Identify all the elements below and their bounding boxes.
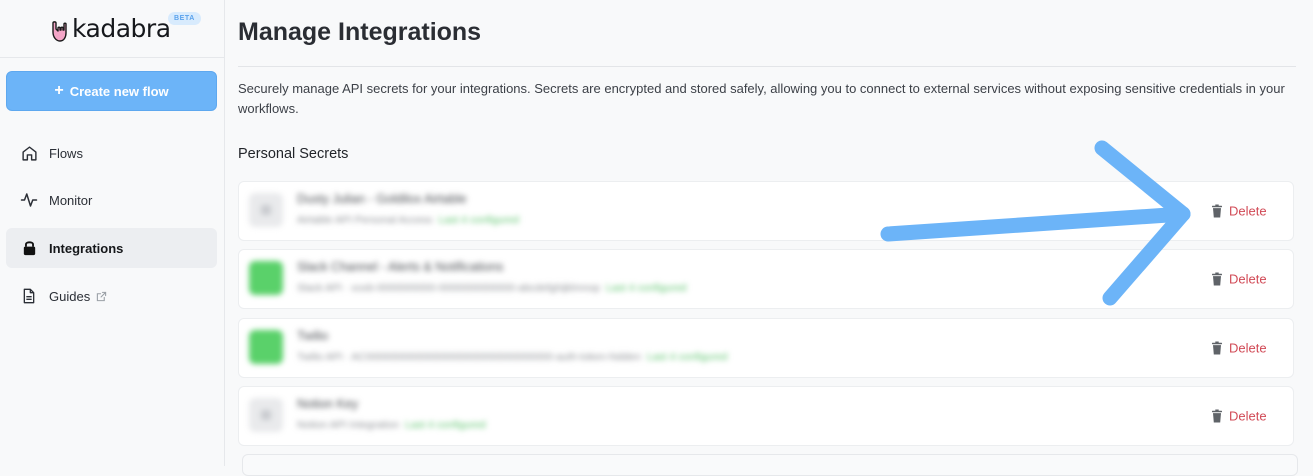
secret-meta-text: Twilio API · AC0000000000000000000000000… [297,351,641,363]
secret-card: Slack Channel - Alerts & Notifications S… [238,249,1294,309]
sidebar-item-guides[interactable]: Guides [6,276,217,316]
sidebar-item-label: Monitor [49,192,93,208]
activity-icon [20,191,38,209]
page-description: Securely manage API secrets for your int… [238,81,1285,116]
secret-card-partial [242,454,1298,476]
section-title: Personal Secrets [238,146,349,162]
secret-details: Slack Channel - Alerts & Notifications S… [239,250,1167,308]
delete-label: Delete [1229,408,1267,424]
secret-name: Dusty Julian - Goldilox Airtable [297,192,467,206]
integration-icon [249,330,283,364]
delete-label: Delete [1229,340,1267,356]
integration-icon [249,193,283,227]
delete-button[interactable]: Delete [1211,272,1267,287]
external-link-icon [97,291,107,301]
integration-icon [249,398,283,432]
secret-meta-text: Notion API Integration [297,419,400,431]
rock-hand-icon [52,21,67,42]
lock-icon [20,239,38,257]
home-icon [20,144,38,162]
secret-status: Last 4 configured [646,351,728,363]
trash-icon [1212,409,1222,423]
secret-card: Twilio Twilio API · AC000000000000000000… [238,318,1294,378]
sidebar-item-label: Guides [49,288,91,304]
secret-meta: Twilio API · AC0000000000000000000000000… [297,351,727,363]
sidebar: kadabra BETA + Create new flow Flows Mon… [0,0,225,466]
sidebar-item-label: Integrations [49,240,124,256]
sidebar-item-integrations[interactable]: Integrations [6,228,217,268]
secret-meta-text: Slack API · xoxb-0000000000-000000000000… [297,282,600,294]
page-title: Manage Integrations [238,18,482,46]
secret-name: Notion Key [297,397,359,411]
create-new-flow-button[interactable]: + Create new flow [6,71,217,111]
brand-name: kadabra [72,14,171,43]
trash-icon [1212,272,1222,286]
delete-label: Delete [1229,271,1267,287]
secret-details: Dusty Julian - Goldilox Airtable Airtabl… [239,182,1167,240]
secret-meta: Notion API Integration Last 4 configured [297,419,486,431]
logo[interactable]: kadabra BETA [0,0,224,58]
secret-status: Last 4 configured [605,282,687,294]
delete-button[interactable]: Delete [1211,409,1267,424]
secret-name: Slack Channel - Alerts & Notifications [297,260,504,274]
trash-icon [1212,341,1222,355]
sidebar-item-monitor[interactable]: Monitor [6,180,217,220]
secret-details: Notion Key Notion API Integration Last 4 … [239,387,1167,445]
secret-meta: Slack API · xoxb-0000000000-000000000000… [297,282,687,294]
secret-name: Twilio [297,329,329,343]
beta-badge: BETA [168,12,201,25]
document-icon [20,287,38,305]
divider [238,66,1296,67]
secret-card: Dusty Julian - Goldilox Airtable Airtabl… [238,181,1294,241]
delete-button[interactable]: Delete [1211,341,1267,356]
sidebar-item-flows[interactable]: Flows [6,133,217,173]
create-new-flow-label: Create new flow [69,83,169,99]
secret-details: Twilio Twilio API · AC000000000000000000… [239,319,1167,377]
trash-icon [1212,204,1222,218]
sidebar-item-label: Flows [49,145,83,161]
delete-button[interactable]: Delete [1211,204,1267,219]
integration-icon [249,261,283,295]
plus-icon: + [54,82,64,99]
secret-meta-text: Airtable API Personal Access [297,214,433,226]
secret-status: Last 4 configured [438,214,519,226]
secret-meta: Airtable API Personal Access Last 4 confi… [297,214,519,226]
secret-card: Notion Key Notion API Integration Last 4 … [238,386,1294,446]
delete-label: Delete [1229,203,1267,219]
secret-status: Last 4 configured [405,419,486,431]
